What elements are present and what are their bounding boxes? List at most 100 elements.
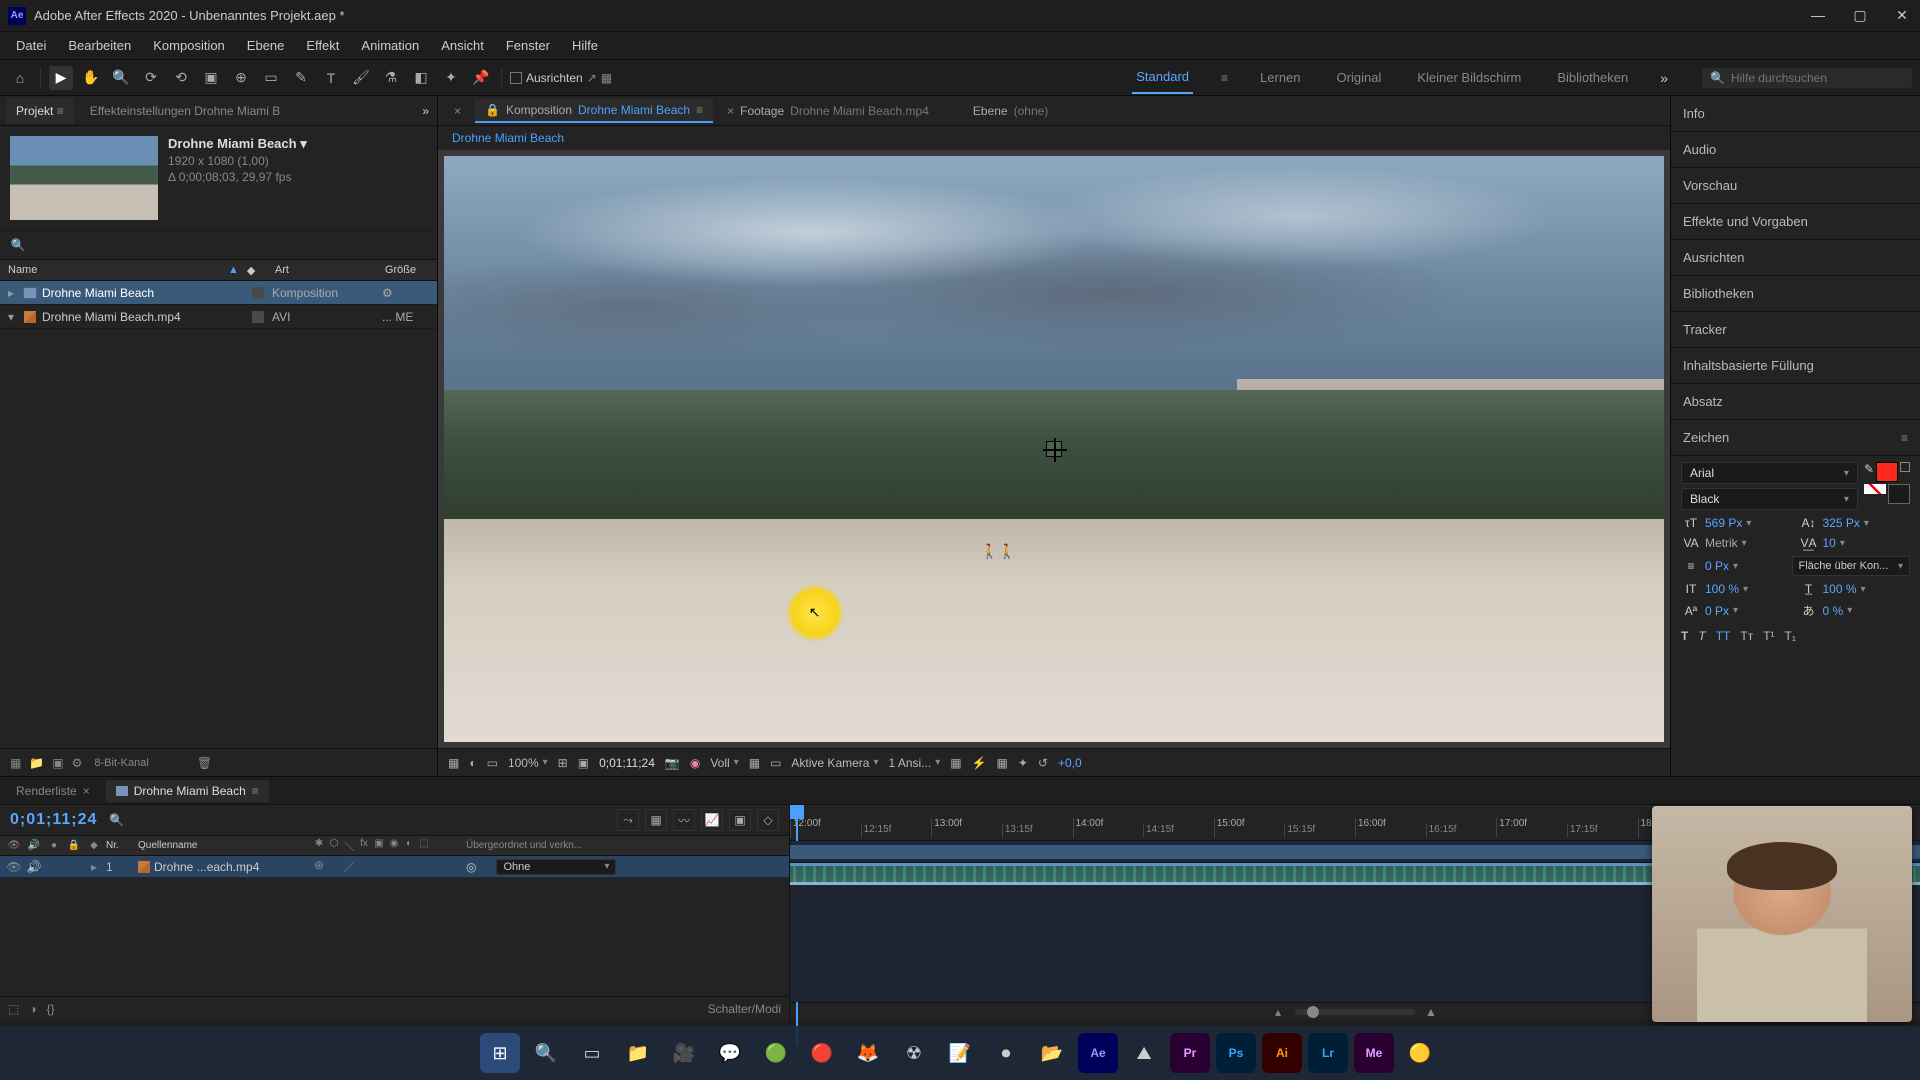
media-encoder-icon[interactable]: Me xyxy=(1354,1033,1394,1073)
project-row-comp[interactable]: ▸ Drohne Miami Beach Komposition ⚙ xyxy=(0,281,437,305)
col-quellenname[interactable]: Quellenname xyxy=(138,840,308,851)
toggle-modes-icon[interactable]: ◑ xyxy=(29,1002,36,1016)
zoom-out-icon[interactable]: ▴ xyxy=(1275,1005,1285,1019)
layer-speaker-icon[interactable]: 🔊 xyxy=(26,860,42,874)
layer-twirl-icon[interactable]: ▸ xyxy=(86,860,102,874)
zoom-dropdown[interactable]: 100%▾ xyxy=(508,756,548,770)
col-eye-icon[interactable]: 👁 xyxy=(6,840,22,851)
grid-icon[interactable]: ▦ xyxy=(997,756,1008,770)
roto-tool-icon[interactable]: ✦ xyxy=(439,66,463,90)
stroke-width-value[interactable]: 0 Px xyxy=(1705,559,1729,573)
motion-blur-icon[interactable]: 〰 xyxy=(673,809,695,831)
font-style-dropdown[interactable]: Black▾ xyxy=(1681,488,1858,510)
subscript[interactable]: T₁ xyxy=(1785,629,1796,643)
sort-icon[interactable]: ▲ xyxy=(228,264,239,276)
shy-icon[interactable]: ⤳ xyxy=(617,809,639,831)
toggle-brackets-icon[interactable]: {} xyxy=(47,1002,55,1016)
exposure-value[interactable]: +0,0 xyxy=(1058,756,1082,770)
panel-menu-icon[interactable]: ≡ xyxy=(1901,431,1908,445)
layer-row[interactable]: 👁 🔊 ▸ 1 Drohne ...each.mp4 ⊕／ ◎Ohne▾ xyxy=(0,856,789,878)
channel-icon[interactable]: ◉ xyxy=(690,756,700,770)
orbit-tool-icon[interactable]: ⟳ xyxy=(139,66,163,90)
taskview-icon[interactable]: ▭ xyxy=(572,1033,612,1073)
zoom-slider[interactable] xyxy=(1295,1009,1415,1015)
workspace-overflow-icon[interactable]: » xyxy=(1660,70,1668,86)
app-icon-5[interactable]: 📝 xyxy=(940,1033,980,1073)
frame-blend-icon[interactable]: ▦ xyxy=(645,809,667,831)
font-size-value[interactable]: 569 Px xyxy=(1705,516,1742,530)
firefox-icon[interactable]: 🦊 xyxy=(848,1033,888,1073)
minimize-button[interactable]: — xyxy=(1808,7,1828,24)
explorer-icon[interactable]: 📁 xyxy=(618,1033,658,1073)
faux-bold[interactable]: T xyxy=(1681,629,1688,643)
interpret-icon[interactable]: ▦ xyxy=(10,756,21,770)
illustrator-icon[interactable]: Ai xyxy=(1262,1033,1302,1073)
superscript[interactable]: T¹ xyxy=(1763,629,1774,643)
layer-eye-icon[interactable]: 👁 xyxy=(6,860,22,874)
app-icon-7[interactable]: 🟡 xyxy=(1400,1033,1440,1073)
comp-name-label[interactable]: Drohne Miami Beach ▾ xyxy=(168,136,307,152)
transparency-icon[interactable]: ▦ xyxy=(749,756,760,770)
layer-name[interactable]: Drohne ...each.mp4 xyxy=(138,860,308,874)
col-label-icon[interactable]: ◆ xyxy=(86,840,102,851)
after-effects-icon[interactable]: Ae xyxy=(1078,1033,1118,1073)
col-label-icon[interactable]: ◆ xyxy=(247,264,275,277)
brush-tool-icon[interactable]: 🖌 xyxy=(349,66,373,90)
app-icon-4[interactable]: ☢ xyxy=(894,1033,934,1073)
fill-color-swatch[interactable] xyxy=(1876,462,1898,482)
menu-datei[interactable]: Datei xyxy=(6,34,56,57)
toggle-switches-icon[interactable]: ⬚ xyxy=(8,1002,19,1016)
project-row-footage[interactable]: ▾ Drohne Miami Beach.mp4 AVI ... ME xyxy=(0,305,437,329)
snap-toggle[interactable]: Ausrichten ↗ ▦ xyxy=(510,71,612,85)
menu-bearbeiten[interactable]: Bearbeiten xyxy=(58,34,141,57)
pickwhip-icon[interactable]: ◎ xyxy=(466,860,476,874)
menu-komposition[interactable]: Komposition xyxy=(143,34,235,57)
draft-3d-icon[interactable]: ▣ xyxy=(729,809,751,831)
tab-projekt[interactable]: Projekt ≡ xyxy=(6,98,74,124)
anchor-point-icon[interactable] xyxy=(1046,441,1062,457)
col-art[interactable]: Art xyxy=(275,264,385,276)
zoom-tool-icon[interactable]: 🔍 xyxy=(109,66,133,90)
panel-effekte[interactable]: Effekte und Vorgaben xyxy=(1671,204,1920,240)
tab-ebene[interactable]: Ebene (ohne) xyxy=(963,100,1058,122)
panel-tracker[interactable]: Tracker xyxy=(1671,312,1920,348)
twirl-icon[interactable]: ▸ xyxy=(8,286,22,300)
panel-info[interactable]: Info xyxy=(1671,96,1920,132)
menu-animation[interactable]: Animation xyxy=(351,34,429,57)
resolution-dropdown[interactable]: Voll▾ xyxy=(710,756,738,770)
snapshot-icon[interactable]: 📷 xyxy=(665,756,680,770)
workspace-bibliotheken[interactable]: Bibliotheken xyxy=(1553,62,1632,93)
tab-komposition[interactable]: 🔒 Komposition Drohne Miami Beach ≡ xyxy=(475,99,713,123)
col-speaker-icon[interactable]: 🔊 xyxy=(26,840,42,851)
panel-absatz[interactable]: Absatz xyxy=(1671,384,1920,420)
eraser-tool-icon[interactable]: ◧ xyxy=(409,66,433,90)
col-nr[interactable]: Nr. xyxy=(106,840,134,851)
playhead[interactable] xyxy=(790,805,804,841)
menu-hilfe[interactable]: Hilfe xyxy=(562,34,608,57)
leading-value[interactable]: 325 Px xyxy=(1823,516,1860,530)
comp-thumbnail[interactable] xyxy=(10,136,158,220)
stroke-mode-dropdown[interactable]: Fläche über Kon...▾ xyxy=(1792,556,1911,576)
safe-zones-icon[interactable]: ▣ xyxy=(578,756,589,770)
bit-depth[interactable]: 8-Bit-Kanal xyxy=(94,757,148,769)
close-viewer-icon[interactable]: × xyxy=(444,100,471,122)
panel-inhaltsbasierte[interactable]: Inhaltsbasierte Füllung xyxy=(1671,348,1920,384)
alpha-icon[interactable]: ▦ xyxy=(448,756,459,770)
workspace-kleiner[interactable]: Kleiner Bildschirm xyxy=(1413,62,1525,93)
premiere-icon[interactable]: Pr xyxy=(1170,1033,1210,1073)
home-icon[interactable]: ⌂ xyxy=(8,66,32,90)
font-family-dropdown[interactable]: Arial▾ xyxy=(1681,462,1858,484)
folder-icon[interactable]: 📂 xyxy=(1032,1033,1072,1073)
panel-ausrichten[interactable]: Ausrichten xyxy=(1671,240,1920,276)
switches-modes-label[interactable]: Schalter/Modi xyxy=(708,1002,781,1016)
faux-italic[interactable]: T xyxy=(1698,629,1705,643)
full-res-icon[interactable]: ⊞ xyxy=(558,756,568,770)
row-options-icon[interactable]: ⚙ xyxy=(382,286,393,300)
app-icon-6[interactable]: ⛰ xyxy=(1124,1033,1164,1073)
3d-icon[interactable]: ✦ xyxy=(1018,756,1028,770)
panel-zeichen[interactable]: Zeichen≡ xyxy=(1671,420,1920,456)
all-caps[interactable]: TT xyxy=(1716,629,1731,643)
text-tool-icon[interactable]: T xyxy=(319,66,343,90)
mask-icon[interactable]: ◐ xyxy=(469,756,476,770)
swap-colors-icon[interactable] xyxy=(1900,462,1910,472)
